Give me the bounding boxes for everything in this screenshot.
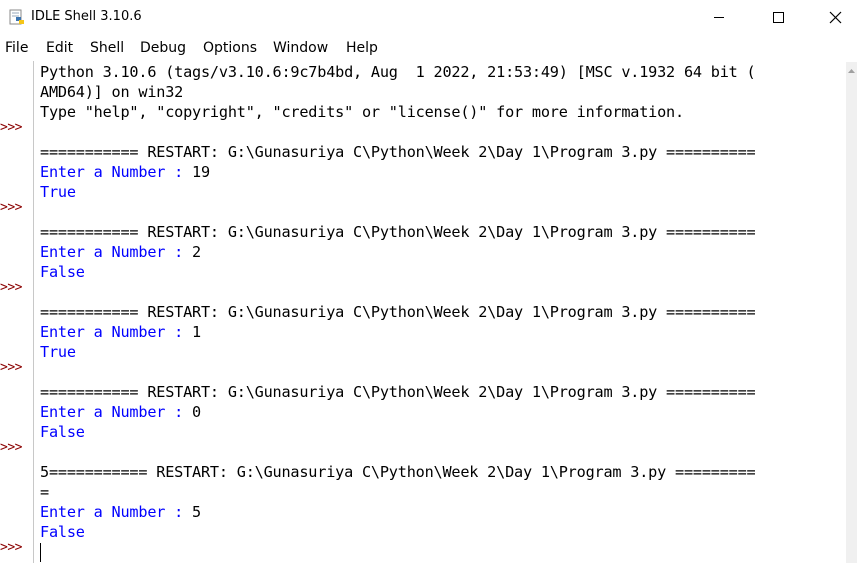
maximize-icon bbox=[773, 12, 784, 23]
maximize-button[interactable] bbox=[755, 0, 801, 36]
user-input-text: 19 bbox=[192, 163, 210, 181]
program-output-text: True bbox=[40, 183, 76, 201]
program-output-text: False bbox=[40, 523, 85, 541]
program-output-text: False bbox=[40, 263, 85, 281]
shell-line: False bbox=[40, 262, 840, 282]
shell-prompt: >>> bbox=[0, 540, 22, 555]
text-cursor bbox=[40, 543, 41, 562]
menu-edit[interactable]: Edit bbox=[46, 40, 73, 56]
output-text: Python 3.10.6 (tags/v3.10.6:9c7b4bd, Aug… bbox=[40, 63, 756, 81]
shell-prompt: >>> bbox=[0, 360, 22, 375]
shell-line: AMD64)] on win32 bbox=[40, 82, 840, 102]
menu-help[interactable]: Help bbox=[346, 40, 378, 56]
window-title: IDLE Shell 3.10.6 bbox=[31, 9, 142, 24]
program-output-text: Enter a Number : bbox=[40, 503, 193, 521]
shell-line: Enter a Number : 19 bbox=[40, 162, 840, 182]
program-output-text: Enter a Number : bbox=[40, 163, 193, 181]
user-input-text: 1 bbox=[192, 323, 201, 341]
output-text: =========== RESTART: G:\Gunasuriya C\Pyt… bbox=[40, 303, 756, 321]
shell-prompt: >>> bbox=[0, 200, 22, 215]
shell-line: =========== RESTART: G:\Gunasuriya C\Pyt… bbox=[40, 222, 840, 242]
user-input-text: 2 bbox=[192, 243, 201, 261]
shell-line: Enter a Number : 5 bbox=[40, 502, 840, 522]
shell-line: True bbox=[40, 182, 840, 202]
shell-line: =========== RESTART: G:\Gunasuriya C\Pyt… bbox=[40, 302, 840, 322]
program-output-text: Enter a Number : bbox=[40, 323, 193, 341]
shell-line: Enter a Number : 1 bbox=[40, 322, 840, 342]
menu-bar: File Edit Shell Debug Options Window Hel… bbox=[0, 37, 857, 61]
output-text: 5=========== RESTART: G:\Gunasuriya C\Py… bbox=[40, 463, 756, 481]
prompt-gutter: >>> >>> >>> >>> >>> >>> bbox=[0, 61, 32, 563]
program-output-text: Enter a Number : bbox=[40, 403, 193, 421]
output-text: =========== RESTART: G:\Gunasuriya C\Pyt… bbox=[40, 383, 756, 401]
vertical-scrollbar[interactable] bbox=[846, 62, 857, 563]
shell-line: True bbox=[40, 342, 840, 362]
shell-line: Type "help", "copyright", "credits" or "… bbox=[40, 102, 840, 122]
minimize-icon bbox=[714, 17, 724, 18]
menu-window[interactable]: Window bbox=[273, 40, 328, 56]
minimize-button[interactable] bbox=[696, 0, 742, 36]
python-idle-icon bbox=[9, 9, 24, 25]
shell-output[interactable]: Python 3.10.6 (tags/v3.10.6:9c7b4bd, Aug… bbox=[40, 62, 840, 563]
output-text: =========== RESTART: G:\Gunasuriya C\Pyt… bbox=[40, 223, 756, 241]
shell-line: False bbox=[40, 522, 840, 542]
shell-prompt: >>> bbox=[0, 280, 22, 295]
title-bar: IDLE Shell 3.10.6 bbox=[0, 0, 857, 36]
scroll-up-arrow-icon[interactable] bbox=[846, 66, 857, 76]
shell-line: =========== RESTART: G:\Gunasuriya C\Pyt… bbox=[40, 382, 840, 402]
shell-line: Enter a Number : 2 bbox=[40, 242, 840, 262]
close-button[interactable] bbox=[811, 0, 857, 36]
close-icon bbox=[829, 11, 842, 24]
output-text: Type "help", "copyright", "credits" or "… bbox=[40, 103, 684, 121]
program-output-text: False bbox=[40, 423, 85, 441]
program-output-text: True bbox=[40, 343, 76, 361]
shell-prompt: >>> bbox=[0, 120, 22, 135]
menu-file[interactable]: File bbox=[5, 40, 28, 56]
shell-line: =========== RESTART: G:\Gunasuriya C\Pyt… bbox=[40, 142, 840, 162]
program-output-text: Enter a Number : bbox=[40, 243, 193, 261]
output-text: AMD64)] on win32 bbox=[40, 83, 184, 101]
menu-options[interactable]: Options bbox=[203, 40, 257, 56]
shell-line: Enter a Number : 0 bbox=[40, 402, 840, 422]
menu-debug[interactable]: Debug bbox=[140, 40, 186, 56]
output-text: =========== RESTART: G:\Gunasuriya C\Pyt… bbox=[40, 143, 756, 161]
menu-shell[interactable]: Shell bbox=[90, 40, 124, 56]
shell-line: Python 3.10.6 (tags/v3.10.6:9c7b4bd, Aug… bbox=[40, 62, 840, 82]
gutter-divider bbox=[33, 61, 34, 563]
output-text: = bbox=[40, 483, 49, 501]
shell-line: False bbox=[40, 422, 840, 442]
user-input-text: 0 bbox=[192, 403, 201, 421]
shell-line: = bbox=[40, 482, 840, 502]
shell-line: 5=========== RESTART: G:\Gunasuriya C\Py… bbox=[40, 462, 840, 482]
user-input-text: 5 bbox=[192, 503, 201, 521]
shell-prompt: >>> bbox=[0, 440, 22, 455]
